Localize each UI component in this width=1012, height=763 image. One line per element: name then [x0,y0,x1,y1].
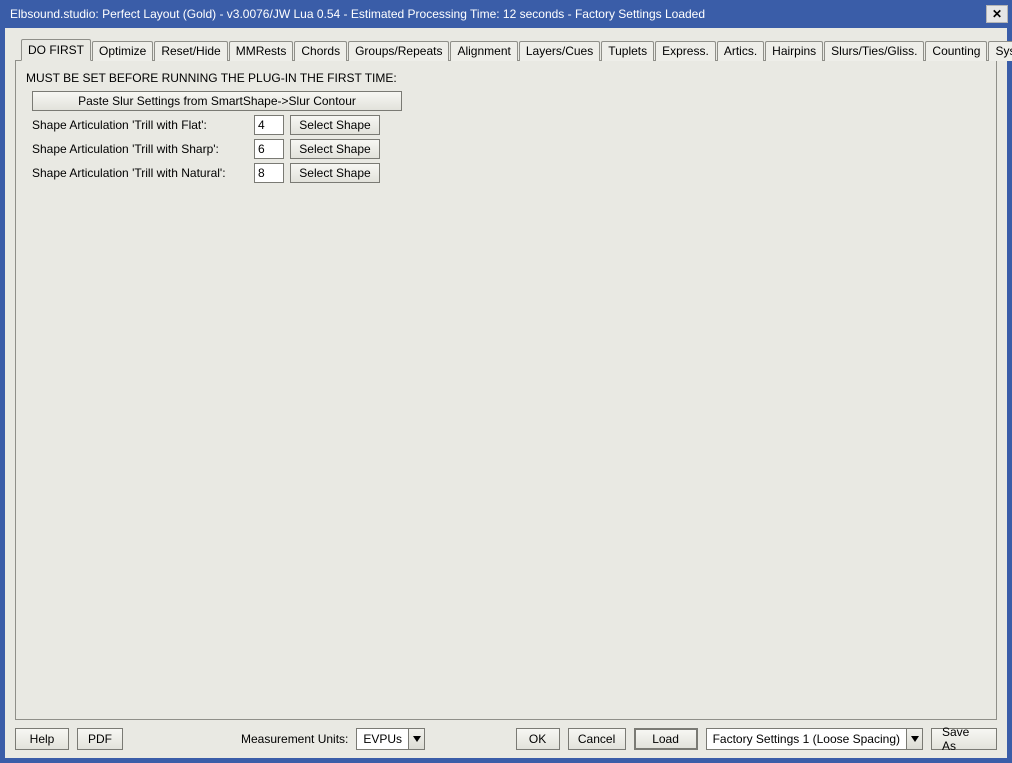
measurement-units-value: EVPUs [357,729,408,749]
bottom-bar: Help PDF Measurement Units: EVPUs OK Can… [15,720,997,750]
client-area: DO FIRST Optimize Reset/Hide MMRests Cho… [5,28,1007,758]
load-button[interactable]: Load [634,728,698,750]
row-trill-natural: Shape Articulation 'Trill with Natural':… [32,163,986,183]
preset-value: Factory Settings 1 (Loose Spacing) [707,729,906,749]
save-as-button[interactable]: Save As [931,728,997,750]
ok-button[interactable]: OK [516,728,560,750]
select-shape-trill-flat[interactable]: Select Shape [290,115,380,135]
tab-artics[interactable]: Artics. [717,41,764,61]
close-icon: ✕ [992,8,1002,20]
label-trill-sharp: Shape Articulation 'Trill with Sharp': [32,142,254,156]
row-trill-sharp: Shape Articulation 'Trill with Sharp': S… [32,139,986,159]
measurement-units-label: Measurement Units: [241,732,348,746]
tab-alignment[interactable]: Alignment [450,41,517,61]
input-trill-flat[interactable] [254,115,284,135]
measurement-units-combo[interactable]: EVPUs [356,728,425,750]
label-trill-flat: Shape Articulation 'Trill with Flat': [32,118,254,132]
input-trill-natural[interactable] [254,163,284,183]
select-shape-trill-sharp[interactable]: Select Shape [290,139,380,159]
tab-optimize[interactable]: Optimize [92,41,153,61]
pdf-button[interactable]: PDF [77,728,123,750]
input-trill-sharp[interactable] [254,139,284,159]
paste-slur-settings-button[interactable]: Paste Slur Settings from SmartShape->Slu… [32,91,402,111]
window-title: Elbsound.studio: Perfect Layout (Gold) -… [10,7,705,21]
label-trill-natural: Shape Articulation 'Trill with Natural': [32,166,254,180]
titlebar: Elbsound.studio: Perfect Layout (Gold) -… [0,0,1012,28]
select-shape-trill-natural[interactable]: Select Shape [290,163,380,183]
cancel-button[interactable]: Cancel [568,728,626,750]
chevron-down-icon [906,729,922,749]
tab-hairpins[interactable]: Hairpins [765,41,823,61]
tab-counting[interactable]: Counting [925,41,987,61]
tab-slurs-ties-gliss[interactable]: Slurs/Ties/Gliss. [824,41,924,61]
preset-combo[interactable]: Factory Settings 1 (Loose Spacing) [706,728,923,750]
tab-reset-hide[interactable]: Reset/Hide [154,41,227,61]
tab-systems[interactable]: Systems [988,41,1012,61]
tab-express[interactable]: Express. [655,41,716,61]
tab-page-do-first: MUST BE SET BEFORE RUNNING THE PLUG-IN T… [15,60,997,720]
tab-do-first[interactable]: DO FIRST [21,39,91,61]
tab-layers-cues[interactable]: Layers/Cues [519,41,600,61]
chevron-down-icon [408,729,424,749]
instruction-text: MUST BE SET BEFORE RUNNING THE PLUG-IN T… [26,71,986,85]
tab-tuplets[interactable]: Tuplets [601,41,654,61]
tab-strip: DO FIRST Optimize Reset/Hide MMRests Cho… [21,38,997,60]
tab-mmrests[interactable]: MMRests [229,41,294,61]
help-button[interactable]: Help [15,728,69,750]
row-trill-flat: Shape Articulation 'Trill with Flat': Se… [32,115,986,135]
tab-chords[interactable]: Chords [294,41,347,61]
app-window: Elbsound.studio: Perfect Layout (Gold) -… [0,0,1012,763]
tab-groups-repeats[interactable]: Groups/Repeats [348,41,449,61]
close-button[interactable]: ✕ [986,5,1008,23]
